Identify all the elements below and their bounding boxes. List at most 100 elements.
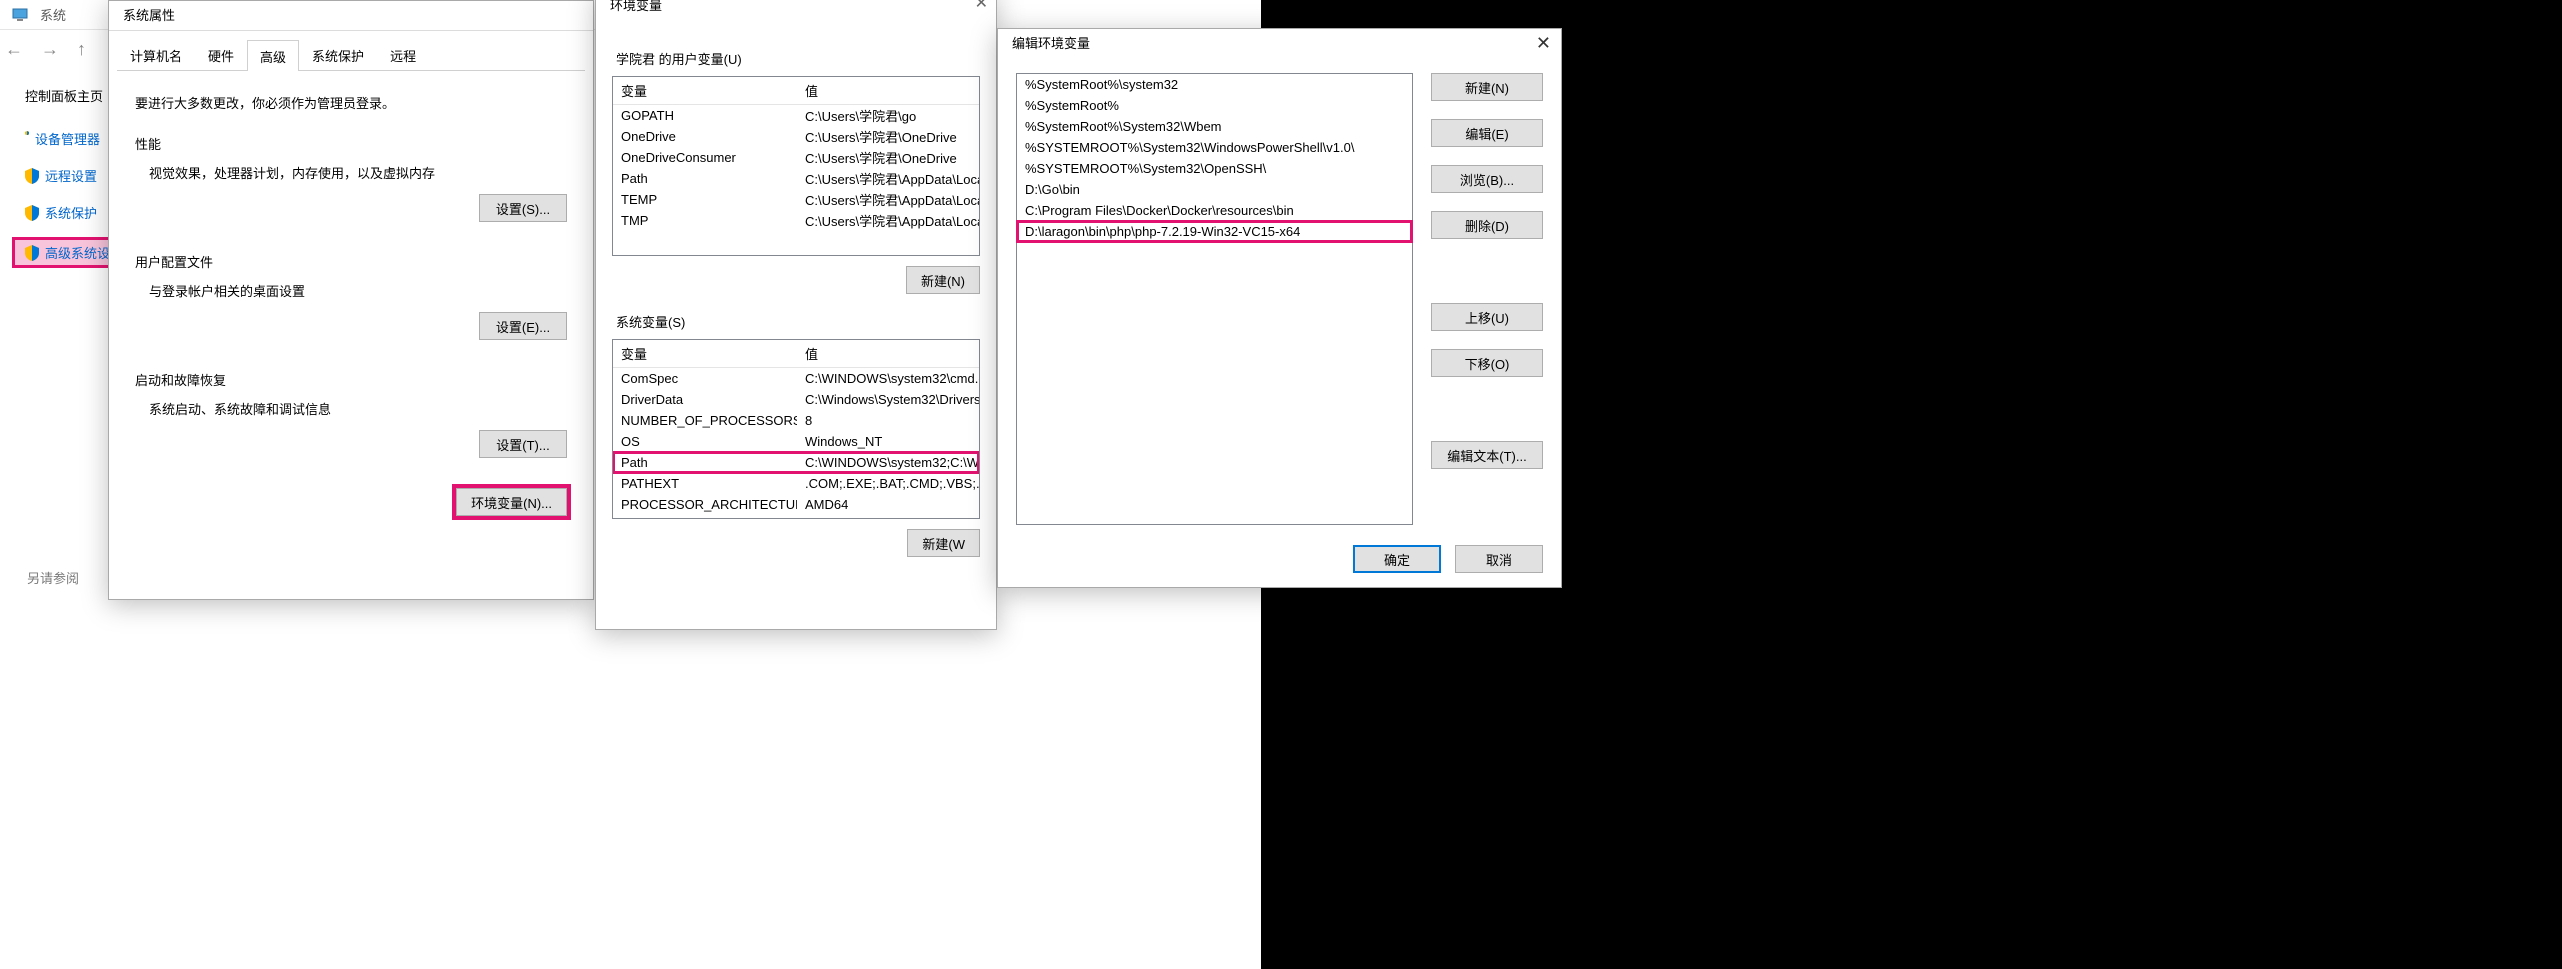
row-var-name: PATHEXT <box>613 476 797 491</box>
row-var-value: C:\WINDOWS\system32;C:\WIN <box>797 455 979 470</box>
row-var-name: ComSpec <box>613 371 797 386</box>
row-var-value: C:\Users\学院君\OneDrive <box>797 127 979 146</box>
row-var-value: 8 <box>797 413 979 428</box>
new-button[interactable]: 新建(N) <box>1431 73 1543 101</box>
startup-settings-button[interactable]: 设置(T)... <box>479 430 567 458</box>
window-title: 编辑环境变量 <box>998 29 1561 59</box>
tab-computer-name[interactable]: 计算机名 <box>117 39 195 70</box>
link-label: 系统保护 <box>45 203 97 222</box>
cp-link-remote[interactable]: 远程设置 <box>25 166 100 185</box>
cp-link-protection[interactable]: 系统保护 <box>25 203 100 222</box>
row-var-value: C:\WINDOWS\system32\cmd.e <box>797 371 979 386</box>
user-new-button[interactable]: 新建(N) <box>906 266 980 294</box>
list-item[interactable]: %SystemRoot% <box>1017 95 1412 116</box>
list-item[interactable]: D:\Go\bin <box>1017 179 1412 200</box>
nav-up-icon[interactable]: ↑ <box>77 39 86 60</box>
close-icon[interactable]: ✕ <box>1536 33 1551 54</box>
env-vars-button[interactable]: 环境变量(N)... <box>456 488 567 516</box>
row-var-name: TEMP <box>613 192 797 207</box>
sys-vars-list[interactable]: 变量 值 ComSpecC:\WINDOWS\system32\cmd.eDri… <box>612 339 980 519</box>
row-var-name: OS <box>613 434 797 449</box>
table-row[interactable]: PathC:\WINDOWS\system32;C:\WIN <box>613 452 979 473</box>
cp-home-link[interactable]: 控制面板主页 <box>25 86 100 105</box>
user-vars-list[interactable]: 变量 值 GOPATHC:\Users\学院君\goOneDriveC:\Use… <box>612 76 980 256</box>
tab-hardware[interactable]: 硬件 <box>195 39 247 70</box>
shield-icon <box>25 168 39 184</box>
table-row[interactable]: OneDriveC:\Users\学院君\OneDrive <box>613 126 979 147</box>
list-item[interactable]: %SystemRoot%\system32 <box>1017 74 1412 95</box>
sys-vars-label: 系统变量(S) <box>616 312 980 331</box>
row-var-value: C:\Windows\System32\Drivers <box>797 392 979 407</box>
row-var-value: Windows_NT <box>797 434 979 449</box>
tab-remote[interactable]: 远程 <box>377 39 429 70</box>
cp-link-device-manager[interactable]: 设备管理器 <box>25 129 100 148</box>
tab-content: 要进行大多数更改，你必须作为管理员登录。 性能 视觉效果，处理器计划，内存使用，… <box>109 71 593 530</box>
profile-group-desc: 与登录帐户相关的桌面设置 <box>135 281 567 300</box>
table-row[interactable]: TMPC:\Users\学院君\AppData\Loca <box>613 210 979 231</box>
table-row[interactable]: PATHEXT.COM;.EXE;.BAT;.CMD;.VBS;.VBE <box>613 473 979 494</box>
perf-group-title: 性能 <box>135 134 567 153</box>
list-header: 变量 值 <box>613 340 979 368</box>
row-var-value: C:\Users\学院君\go <box>797 106 979 125</box>
table-row[interactable]: PathC:\Users\学院君\AppData\Loca <box>613 168 979 189</box>
row-var-value: AMD64 <box>797 497 979 512</box>
col-val-header[interactable]: 值 <box>797 77 979 104</box>
table-row[interactable]: ComSpecC:\WINDOWS\system32\cmd.e <box>613 368 979 389</box>
link-label: 设备管理器 <box>35 129 100 148</box>
cp-title: 系统 <box>40 5 66 24</box>
list-item[interactable]: %SystemRoot%\System32\Wbem <box>1017 116 1412 137</box>
list-item[interactable]: C:\Program Files\Docker\Docker\resources… <box>1017 200 1412 221</box>
list-item[interactable]: %SYSTEMROOT%\System32\WindowsPowerShell\… <box>1017 137 1412 158</box>
edit-text-button[interactable]: 编辑文本(T)... <box>1431 441 1543 469</box>
row-var-name: Path <box>613 455 797 470</box>
tab-advanced[interactable]: 高级 <box>247 40 299 71</box>
edit-button[interactable]: 编辑(E) <box>1431 119 1543 147</box>
computer-icon <box>12 8 30 22</box>
table-row[interactable]: OSWindows_NT <box>613 431 979 452</box>
close-icon[interactable]: ✕ <box>975 0 988 13</box>
row-var-name: PROCESSOR_ARCHITECTURE <box>613 497 797 512</box>
browse-button[interactable]: 浏览(B)... <box>1431 165 1543 193</box>
sys-new-button[interactable]: 新建(W <box>907 529 980 557</box>
path-list[interactable]: %SystemRoot%\system32%SystemRoot%%System… <box>1016 73 1413 525</box>
row-var-name: NUMBER_OF_PROCESSORS <box>613 413 797 428</box>
table-row[interactable]: OneDriveConsumerC:\Users\学院君\OneDrive <box>613 147 979 168</box>
table-row[interactable]: PROCESSOR_ARCHITECTUREAMD64 <box>613 494 979 515</box>
side-buttons: 新建(N) 编辑(E) 浏览(B)... 删除(D) 上移(U) 下移(O) 编… <box>1431 73 1543 525</box>
startup-group-desc: 系统启动、系统故障和调试信息 <box>135 399 567 418</box>
edit-path-window: 编辑环境变量 ✕ %SystemRoot%\system32%SystemRoo… <box>997 28 1562 588</box>
admin-note: 要进行大多数更改，你必须作为管理员登录。 <box>135 93 567 112</box>
list-item[interactable]: D:\laragon\bin\php\php-7.2.19-Win32-VC15… <box>1017 221 1412 242</box>
col-var-header[interactable]: 变量 <box>613 77 797 104</box>
perf-settings-button[interactable]: 设置(S)... <box>479 194 567 222</box>
row-var-value: C:\Users\学院君\OneDrive <box>797 148 979 167</box>
row-var-name: Path <box>613 171 797 186</box>
row-var-name: OneDriveConsumer <box>613 150 797 165</box>
table-row[interactable]: GOPATHC:\Users\学院君\go <box>613 105 979 126</box>
col-var-header[interactable]: 变量 <box>613 340 797 367</box>
col-val-header[interactable]: 值 <box>797 340 979 367</box>
delete-button[interactable]: 删除(D) <box>1431 211 1543 239</box>
row-var-value: C:\Users\学院君\AppData\Loca <box>797 190 979 209</box>
table-row[interactable]: NUMBER_OF_PROCESSORS8 <box>613 410 979 431</box>
cp-sidebar: 控制面板主页 设备管理器 远程设置 系统保护 高级系统设置 <box>0 68 108 283</box>
row-var-name: GOPATH <box>613 108 797 123</box>
row-var-value: C:\Users\学院君\AppData\Loca <box>797 169 979 188</box>
env-vars-window: 环境变量 ✕ 学院君 的用户变量(U) 变量 值 GOPATHC:\Users\… <box>595 0 997 630</box>
profile-settings-button[interactable]: 设置(E)... <box>479 312 567 340</box>
tab-protection[interactable]: 系统保护 <box>299 39 377 70</box>
list-item[interactable]: %SYSTEMROOT%\System32\OpenSSH\ <box>1017 158 1412 179</box>
cancel-button[interactable]: 取消 <box>1455 545 1543 573</box>
move-down-button[interactable]: 下移(O) <box>1431 349 1543 377</box>
shield-icon <box>25 245 39 261</box>
nav-back-icon[interactable]: ← <box>5 39 23 60</box>
move-up-button[interactable]: 上移(U) <box>1431 303 1543 331</box>
table-row[interactable]: TEMPC:\Users\学院君\AppData\Loca <box>613 189 979 210</box>
ok-button[interactable]: 确定 <box>1353 545 1441 573</box>
link-label: 远程设置 <box>45 166 97 185</box>
nav-forward-icon[interactable]: → <box>41 39 59 60</box>
window-title: 系统属性 <box>109 1 593 31</box>
table-row[interactable]: DriverDataC:\Windows\System32\Drivers <box>613 389 979 410</box>
list-header: 变量 值 <box>613 77 979 105</box>
window-title: 环境变量 <box>596 0 996 21</box>
